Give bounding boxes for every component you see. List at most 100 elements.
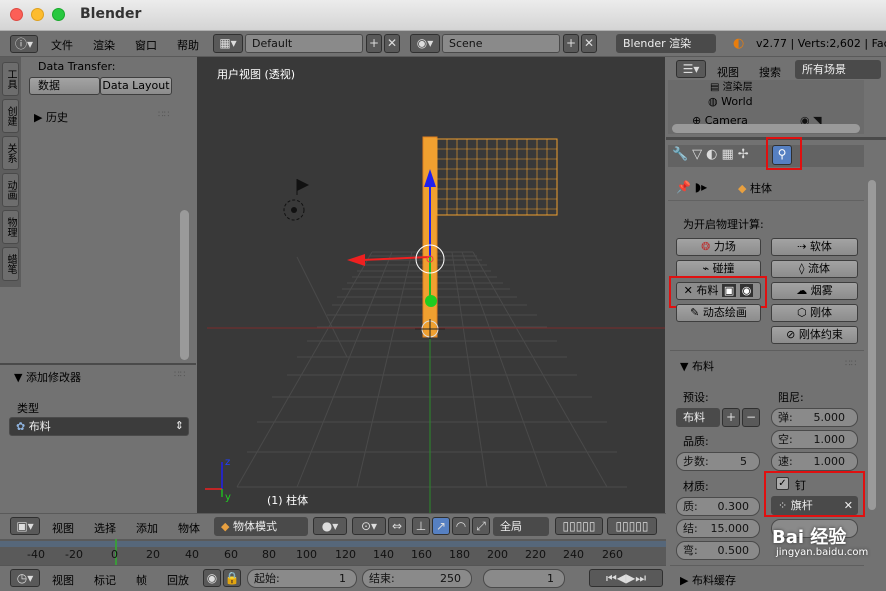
tool-shelf-scrollbar[interactable]: [180, 210, 189, 360]
drag-handle-icon[interactable]: ∷∷: [174, 370, 185, 380]
layers-grid-b-icon[interactable]: ▯▯▯▯▯: [607, 517, 657, 535]
end-frame-field[interactable]: 结束: 250: [362, 569, 472, 588]
tab-animation[interactable]: 动画: [2, 173, 19, 207]
tab-relations[interactable]: 关系: [2, 136, 19, 170]
history-panel-header[interactable]: ▶ 历史: [34, 109, 68, 125]
air-damping-field[interactable]: 空: 1.000: [771, 430, 858, 449]
outliner-display-select[interactable]: 所有场景: [795, 60, 881, 79]
force-field-button[interactable]: ❂ 力场: [676, 238, 761, 256]
data-button[interactable]: 数据: [29, 77, 100, 95]
outliner-item-world[interactable]: ◍ World: [708, 95, 753, 108]
close-window-button[interactable]: [10, 8, 23, 21]
menu-marker[interactable]: 标记: [94, 572, 116, 588]
editor-type-outliner-icon[interactable]: ☰▾: [676, 60, 706, 78]
menu-frame[interactable]: 帧: [136, 572, 147, 588]
collision-icon: ⌁: [702, 262, 710, 275]
preset-select[interactable]: 布料: [676, 408, 720, 427]
render-engine-select[interactable]: Blender 渲染: [616, 34, 716, 53]
menu-help[interactable]: 帮助: [177, 37, 199, 53]
rotate-icon[interactable]: ◠: [452, 517, 470, 535]
rigid-body-constraint-button[interactable]: ⊘ 刚体约束: [771, 326, 858, 344]
layout-field[interactable]: Default: [245, 34, 363, 53]
menu-file[interactable]: 文件: [51, 37, 73, 53]
pivot-icon[interactable]: ⊙▾: [352, 517, 386, 535]
layout-remove-icon[interactable]: ✕: [384, 34, 400, 53]
lock-icon[interactable]: 🔒: [223, 569, 241, 587]
shading-icon[interactable]: ●▾: [313, 517, 347, 535]
tick-label: 20: [146, 548, 160, 561]
dynamic-paint-icon: ✎: [690, 306, 700, 319]
spring-damping-field[interactable]: 弹: 5.000: [771, 408, 858, 427]
soft-body-button[interactable]: ⇢ 软体: [771, 238, 858, 256]
add-modifier-header[interactable]: ▼ 添加修改器: [14, 369, 81, 385]
menu-timeline-view[interactable]: 视图: [52, 572, 74, 588]
tab-grease-pencil[interactable]: 蜡笔: [2, 247, 19, 281]
drag-handle-icon[interactable]: ∷∷: [845, 359, 856, 369]
tab-create[interactable]: 创建: [2, 99, 19, 133]
layout-grid-icon[interactable]: ▦▾: [213, 34, 243, 53]
current-frame-field[interactable]: 1: [483, 569, 565, 588]
rigid-body-icon: ⬡: [796, 306, 807, 319]
layout-add-icon[interactable]: +: [366, 34, 382, 53]
transform-axes-icon[interactable]: ⊥: [412, 517, 430, 535]
rigid-body-button[interactable]: ⬡ 刚体: [771, 304, 858, 322]
preset-add-icon[interactable]: +: [722, 408, 740, 427]
manipulator-toggle-icon[interactable]: ⇔: [388, 517, 406, 535]
tick-label: 60: [224, 548, 238, 561]
menu-view[interactable]: 视图: [52, 520, 74, 536]
mass-field[interactable]: 质: 0.300: [676, 497, 760, 516]
scene-field[interactable]: Scene: [442, 34, 560, 53]
properties-scrollbar[interactable]: [868, 180, 876, 510]
start-frame-field[interactable]: 起始: 1: [247, 569, 357, 588]
outliner-h-scrollbar[interactable]: [672, 124, 860, 133]
divider: [668, 200, 864, 201]
menu-select[interactable]: 选择: [94, 520, 116, 536]
scene-add-icon[interactable]: +: [563, 34, 579, 53]
scene-icon[interactable]: ◉▾: [410, 34, 440, 53]
menu-object[interactable]: 物体: [178, 520, 200, 536]
playback-controls-icon[interactable]: ⏮◀▶⏭: [589, 569, 663, 587]
preset-remove-icon[interactable]: −: [742, 408, 760, 427]
3d-viewport[interactable]: z y: [197, 57, 665, 513]
physics-tab-icon[interactable]: ⚲: [772, 145, 792, 165]
bending-field[interactable]: 弯: 0.500: [676, 541, 760, 560]
zoom-window-button[interactable]: [52, 8, 65, 21]
minimize-window-button[interactable]: [31, 8, 44, 21]
menu-window[interactable]: 窗口: [135, 37, 157, 53]
modifier-type-select[interactable]: ✿ 布料 ⇕: [9, 417, 189, 436]
quality-steps-field[interactable]: 步数: 5: [676, 452, 760, 471]
scale-icon[interactable]: ⤢: [472, 517, 490, 535]
translate-icon[interactable]: ↗: [432, 517, 450, 535]
fluid-button[interactable]: ◊ 流体: [771, 260, 858, 278]
dynamic-paint-button[interactable]: ✎ 动态绘画: [676, 304, 761, 322]
properties-tab-icons[interactable]: 🔧▽◐▦✢: [672, 147, 753, 162]
cloth-cache-header[interactable]: ▶ 布料缓存: [680, 572, 736, 588]
data-layout-button[interactable]: Data Layout: [100, 77, 172, 95]
timeline-scroll-strip[interactable]: [0, 541, 666, 547]
menu-add[interactable]: 添加: [136, 520, 158, 536]
editor-type-timeline-icon[interactable]: ◷▾: [10, 569, 40, 587]
smoke-button[interactable]: ☁ 烟雾: [771, 282, 858, 300]
mode-select[interactable]: ◆ 物体模式: [214, 517, 308, 536]
scene-remove-icon[interactable]: ✕: [581, 34, 597, 53]
menu-render[interactable]: 渲染: [93, 37, 115, 53]
svg-text:z: z: [225, 457, 230, 468]
cloth-section-header[interactable]: ▼ 布料: [680, 358, 714, 374]
tick-label: 80: [262, 548, 276, 561]
layers-grid-a-icon[interactable]: ▯▯▯▯▯: [555, 517, 603, 535]
outliner-item-render-layers[interactable]: ▤ 渲染层: [710, 78, 753, 93]
velocity-damping-field[interactable]: 速: 1.000: [771, 452, 858, 471]
menu-playback[interactable]: 回放: [167, 572, 189, 588]
pin-icon[interactable]: 📌 ◗▸: [676, 180, 707, 194]
editor-type-3d-icon[interactable]: ▣▾: [10, 517, 40, 535]
structural-field[interactable]: 结: 15.000: [676, 519, 760, 538]
tab-tools[interactable]: 工具: [2, 62, 19, 96]
editor-type-info-icon[interactable]: ⓘ▾: [10, 35, 38, 53]
tool-shelf: [0, 57, 196, 513]
button-label: 动态绘画: [702, 306, 747, 319]
record-icon[interactable]: ◉: [203, 569, 221, 587]
drag-handle-icon[interactable]: ∷∷: [158, 110, 169, 120]
outliner-menu-search[interactable]: 搜索: [759, 64, 781, 80]
orientation-select[interactable]: 全局: [493, 517, 549, 536]
tab-physics[interactable]: 物理: [2, 210, 19, 244]
